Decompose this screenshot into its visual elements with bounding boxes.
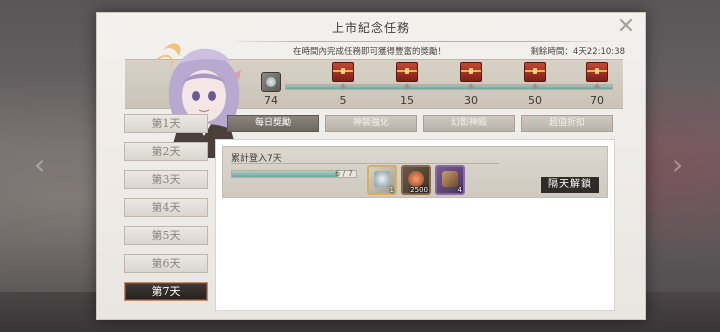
day-1-button[interactable]: 第1天: [124, 114, 208, 133]
tab-daily-rewards[interactable]: 每日獎勵: [227, 115, 319, 132]
reward-chest-icon: [586, 62, 608, 82]
day-3-button[interactable]: 第3天: [124, 170, 208, 189]
milestone-star-icon: ✦: [591, 80, 603, 94]
dialog-subtitle: 在時間內完成任務即可獲得豐富的獎勵！: [293, 47, 447, 57]
background-right-arrow-icon: ›: [672, 148, 684, 181]
reward-chest-icon: [332, 62, 354, 82]
task-divider: [231, 163, 499, 164]
tab-gear-enhance[interactable]: 神裝強化: [325, 115, 417, 132]
milestone-star-icon: ✦: [337, 80, 349, 94]
reward-count: 4: [457, 186, 462, 194]
mission-dialog: 上市紀念任務 ✕ 在時間內完成任務即可獲得豐富的獎勵！ 剩餘時間：4天22:10…: [96, 12, 646, 320]
reward-count: 1: [389, 186, 394, 194]
milestone-star-icon: ✦: [401, 80, 413, 94]
reward-chest-icon: [524, 62, 546, 82]
milestone-value: 15: [400, 94, 414, 107]
mission-points-value: 74: [264, 94, 278, 107]
chest-item-icon: [442, 171, 458, 187]
day-selector: 第1天 第2天 第3天 第4天 第5天 第6天 第7天: [124, 114, 208, 310]
day-7-button[interactable]: 第7天: [124, 282, 208, 301]
day-6-button[interactable]: 第6天: [124, 254, 208, 273]
milestone-15[interactable]: ✦ 15: [387, 60, 427, 110]
reward-chest-icon: [396, 62, 418, 82]
milestone-30[interactable]: ✦ 30: [451, 60, 491, 110]
background-left-arrow-icon: ‹: [34, 148, 46, 181]
title-divider: [227, 41, 615, 42]
task-row: 累計登入7天 6 / 7 1 2500 4 隔天解鎖: [222, 146, 608, 198]
reward-count: 2500: [410, 186, 428, 194]
reward-item-gear[interactable]: 1: [367, 165, 397, 195]
milestone-value: 30: [464, 94, 478, 107]
milestone-value: 5: [339, 94, 347, 107]
orb-item-icon: [408, 171, 424, 187]
progress-band: 74 ✦ 5 ✦ 15 ✦ 30 ✦ 50 ✦ 70: [125, 43, 623, 158]
milestone-value: 50: [528, 94, 542, 107]
task-list-panel: 累計登入7天 6 / 7 1 2500 4 隔天解鎖: [215, 139, 615, 311]
tab-phantom-temple[interactable]: 幻影神殿: [423, 115, 515, 132]
task-progress-bar: 6 / 7: [231, 169, 357, 178]
day-5-button[interactable]: 第5天: [124, 226, 208, 245]
milestone-50[interactable]: ✦ 50: [515, 60, 555, 110]
milestone-5[interactable]: ✦ 5: [323, 60, 363, 110]
day-2-button[interactable]: 第2天: [124, 142, 208, 161]
task-progress-text: 6 / 7: [335, 169, 353, 178]
reward-item-chest[interactable]: 4: [435, 165, 465, 195]
task-progress-fill: [232, 171, 339, 177]
mission-points-icon: [261, 72, 281, 92]
reward-item-orb[interactable]: 2500: [401, 165, 431, 195]
milestone-value: 70: [590, 94, 604, 107]
milestone-star-icon: ✦: [465, 80, 477, 94]
reward-chest-icon: [460, 62, 482, 82]
milestone-70[interactable]: ✦ 70: [577, 60, 617, 110]
close-icon[interactable]: ✕: [615, 16, 637, 39]
remaining-time: 剩餘時間：4天22:10:38: [530, 47, 625, 57]
gear-item-icon: [374, 171, 390, 187]
milestone-star-icon: ✦: [529, 80, 541, 94]
day-4-button[interactable]: 第4天: [124, 198, 208, 217]
unlock-tomorrow-button[interactable]: 隔天解鎖: [541, 177, 599, 193]
tab-value-discount[interactable]: 超值折扣: [521, 115, 613, 132]
